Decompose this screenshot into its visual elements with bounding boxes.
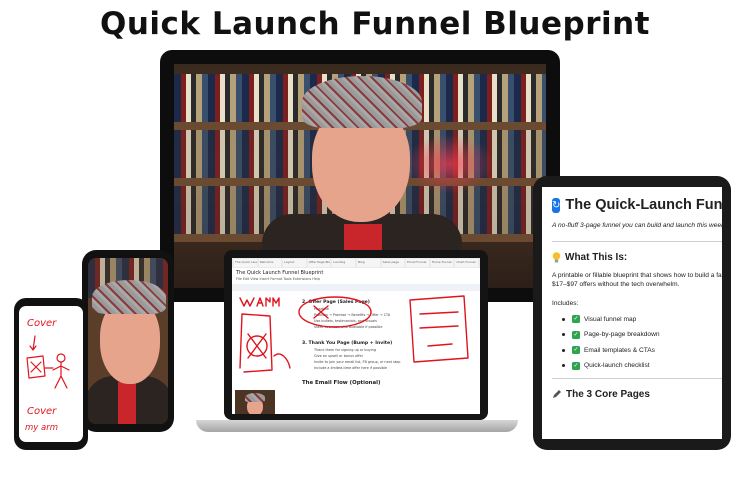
lightbulb-icon [552,252,561,263]
list-item-label: Visual funnel map [584,315,637,323]
list-item: ✓ Email templates & CTAs [562,346,722,354]
bullet-icon [562,348,565,352]
red-ink-annotations [239,295,469,373]
laptop-screen: The Quick Launch Funnel Welcome Layout O… [232,258,480,414]
tablet-tagline: A no-fluff 3-page funnel you can build a… [552,222,722,229]
phone-video-screen [88,258,168,424]
tablet-doc-title: ↻ The Quick-Launch Funnel Blueprint [552,197,722,213]
bullet-icon [562,364,565,367]
checkmark-icon: ✓ [572,346,580,354]
bullet-icon [562,317,565,321]
list-item-label: Page-by-page breakdown [584,331,660,338]
list-item-label: Quick-launch checklist [584,362,650,369]
what-this-is-label: What This Is: [565,252,628,263]
checkmark-icon: ✓ [572,361,580,370]
refresh-icon: ↻ [552,197,561,213]
includes-list: ✓ Visual funnel map ✓ Page-by-page break… [562,315,722,370]
phone-sketch: Cover Cover my arm [14,298,88,450]
bullet-icon [562,333,565,336]
tablet-screen: ↻ The Quick-Launch Funnel Blueprint A no… [542,187,722,439]
phone-sketch-screen: Cover Cover my arm [19,306,83,442]
laptop: The Quick Launch Funnel Welcome Layout O… [224,250,488,420]
includes-label: Includes: [552,300,579,307]
list-item: ✓ Quick-launch checklist [562,361,722,370]
sketch-drawing: Cover Cover my arm [25,318,70,433]
laptop-base [196,420,518,432]
sketch-label-bottom: Cover [27,406,57,417]
checkmark-icon: ✓ [572,315,580,323]
pencil-icon [553,390,561,398]
list-item-label: Email templates & CTAs [584,346,655,354]
tablet: ↻ The Quick-Launch Funnel Blueprint A no… [533,176,731,450]
what-this-is-body: A printable or fillable blueprint that s… [552,271,722,289]
headline: Quick Launch Funnel Blueprint [99,6,650,42]
tablet-title-text: The Quick-Launch Funnel Blueprint [565,197,722,213]
sketch-label-bottom-2: my arm [25,423,58,433]
core-pages-label: The 3 Core Pages [566,388,650,400]
divider [552,241,722,242]
what-this-is-line-1: A printable or fillable blueprint that s… [552,272,722,279]
list-item: ✓ Page-by-page breakdown [562,330,722,339]
what-this-is-heading: What This Is: [552,252,722,263]
divider [552,377,722,379]
checkmark-icon: ✓ [572,330,580,339]
core-pages-heading: The 3 Core Pages [552,389,722,400]
what-this-is-line-2: $17–$97 offers without the tech overwhel… [552,281,680,288]
phone-video [82,250,174,432]
list-item: ✓ Visual funnel map [562,315,722,323]
sketch-label-top: Cover [27,318,57,329]
